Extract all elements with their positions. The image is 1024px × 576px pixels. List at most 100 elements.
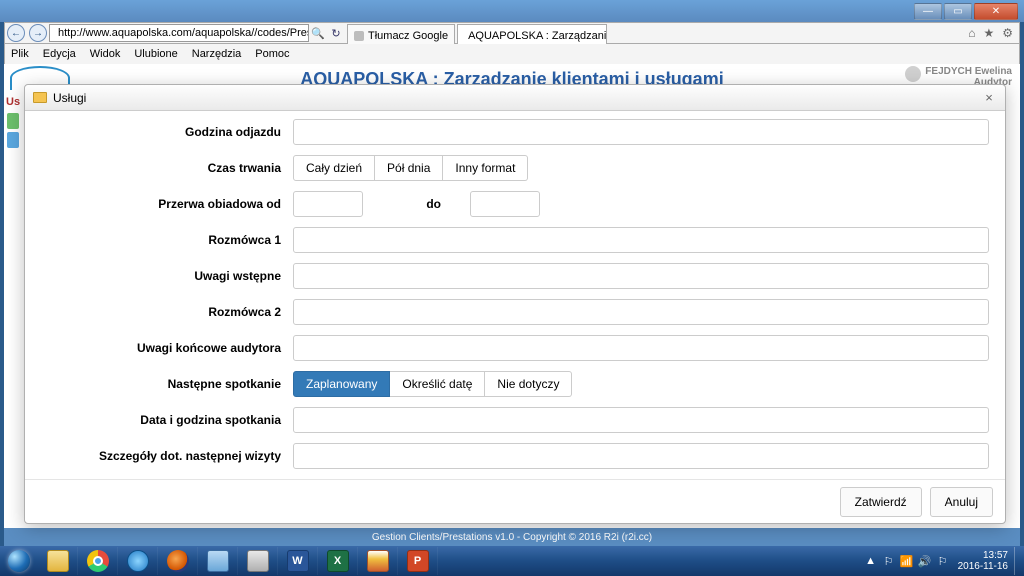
address-text: http://www.aquapolska.com/aquapolska//co… <box>58 27 309 39</box>
tab-label: Tłumacz Google <box>368 30 448 42</box>
menu-narzedzia[interactable]: Narzędzia <box>192 48 242 60</box>
input-przerwa-od[interactable] <box>293 191 363 217</box>
confirm-button[interactable]: Zatwierdź <box>840 487 922 517</box>
paint-icon <box>367 550 389 572</box>
browser-menu-bar: Plik Edycja Widok Ulubione Narzędzia Pom… <box>4 44 1020 64</box>
address-bar[interactable]: http://www.aquapolska.com/aquapolska//co… <box>49 24 309 42</box>
firefox-icon <box>167 550 189 572</box>
taskbar-snip[interactable] <box>238 547 278 575</box>
nav-back-button[interactable]: ← <box>7 24 25 42</box>
input-data-spotkania[interactable] <box>293 407 989 433</box>
tray-lang-icon[interactable]: ⚐ <box>936 555 950 568</box>
input-uwagi-koncowe[interactable] <box>293 335 989 361</box>
label-rozmowca-1: Rozmówca 1 <box>33 233 293 247</box>
services-modal: Usługi × Godzina odjazdu Czas trwania Ca… <box>24 84 1006 524</box>
seg-inny-format[interactable]: Inny format <box>443 155 528 181</box>
taskbar-explorer[interactable] <box>38 547 78 575</box>
search-icon[interactable]: 🔍 <box>309 27 327 40</box>
seg-okreslic-date[interactable]: Określić datę <box>390 371 485 397</box>
tray-show-hidden-icon[interactable]: ▲ <box>864 555 878 567</box>
menu-plik[interactable]: Plik <box>11 48 29 60</box>
taskbar-apps <box>38 546 438 576</box>
tray-network-icon[interactable]: 📶 <box>900 555 914 568</box>
app-footer: Gestion Clients/Prestations v1.0 - Copyr… <box>4 528 1020 546</box>
input-rozmowca-1[interactable] <box>293 227 989 253</box>
browser-chrome: ← → http://www.aquapolska.com/aquapolska… <box>4 22 1020 44</box>
input-uwagi-wstepne[interactable] <box>293 263 989 289</box>
tab-label: AQUAPOLSKA : Zarządzanie... <box>468 30 607 42</box>
os-maximize-button[interactable]: ▭ <box>944 3 972 20</box>
seg-caly-dzien[interactable]: Cały dzień <box>293 155 375 181</box>
os-taskbar: ▲ ⚐ 📶 🔊 ⚐ 13:57 2016-11-16 <box>0 546 1024 576</box>
folder-icon <box>33 92 47 103</box>
input-godzina-odjazdu[interactable] <box>293 119 989 145</box>
system-tray: ▲ ⚐ 📶 🔊 ⚐ 13:57 2016-11-16 <box>862 547 1024 575</box>
home-icon[interactable]: ⌂ <box>968 26 975 40</box>
calc-icon <box>207 550 229 572</box>
tab-strip: Tłumacz Google AQUAPOLSKA : Zarządzanie.… <box>345 22 607 44</box>
tray-action-center-icon[interactable]: ⚐ <box>882 555 896 568</box>
modal-footer: Zatwierdź Anuluj <box>25 479 1005 523</box>
os-minimize-button[interactable]: — <box>914 3 942 20</box>
modal-title: Usługi <box>53 91 86 105</box>
os-close-button[interactable]: ✕ <box>974 3 1018 20</box>
taskbar-word[interactable] <box>278 547 318 575</box>
label-rozmowca-2: Rozmówca 2 <box>33 305 293 319</box>
user-name: FEJDYCH Ewelina <box>925 66 1012 77</box>
gear-icon[interactable]: ⚙ <box>1002 26 1013 40</box>
windows-orb-icon <box>8 550 30 572</box>
modal-close-button[interactable]: × <box>981 90 997 106</box>
label-godzina-odjazdu: Godzina odjazdu <box>33 125 293 139</box>
seg-zaplanowany[interactable]: Zaplanowany <box>293 371 390 397</box>
menu-pomoc[interactable]: Pomoc <box>255 48 289 60</box>
taskbar-excel[interactable] <box>318 547 358 575</box>
label-uwagi-wstepne: Uwagi wstępne <box>33 269 293 283</box>
tray-clock[interactable]: 13:57 2016-11-16 <box>958 550 1008 572</box>
taskbar-powerpoint[interactable] <box>398 547 438 575</box>
input-rozmowca-2[interactable] <box>293 299 989 325</box>
label-szczegoly-wizyty: Szczegóły dot. następnej wizyty <box>33 449 293 463</box>
ie-icon <box>127 550 149 572</box>
group-czas-trwania: Cały dzień Pół dnia Inny format <box>293 155 528 181</box>
left-rail-item-add[interactable] <box>7 113 19 129</box>
start-button[interactable] <box>0 547 38 575</box>
nav-forward-button[interactable]: → <box>29 24 47 42</box>
tray-date: 2016-11-16 <box>958 561 1008 572</box>
avatar-icon <box>905 66 921 82</box>
label-data-spotkania: Data i godzina spotkania <box>33 413 293 427</box>
favicon-icon <box>354 31 364 41</box>
taskbar-ie[interactable] <box>118 547 158 575</box>
label-nastepne-spotkanie: Następne spotkanie <box>33 377 293 391</box>
taskbar-chrome[interactable] <box>78 547 118 575</box>
left-rail-item[interactable] <box>7 132 19 148</box>
menu-edycja[interactable]: Edycja <box>43 48 76 60</box>
powerpoint-icon <box>407 550 429 572</box>
taskbar-paint[interactable] <box>358 547 398 575</box>
os-window-titlebar: — ▭ ✕ <box>0 0 1024 22</box>
menu-ulubione[interactable]: Ulubione <box>134 48 177 60</box>
seg-pol-dnia[interactable]: Pół dnia <box>375 155 443 181</box>
footer-text: Gestion Clients/Prestations v1.0 - Copyr… <box>372 532 652 543</box>
taskbar-calc[interactable] <box>198 547 238 575</box>
show-desktop-button[interactable] <box>1014 547 1022 575</box>
cancel-button[interactable]: Anuluj <box>930 487 993 517</box>
left-rail-label: Us <box>4 94 22 110</box>
modal-body[interactable]: Godzina odjazdu Czas trwania Cały dzień … <box>25 111 1005 479</box>
input-przerwa-do[interactable] <box>470 191 540 217</box>
menu-widok[interactable]: Widok <box>90 48 121 60</box>
taskbar-firefox[interactable] <box>158 547 198 575</box>
tray-volume-icon[interactable]: 🔊 <box>918 555 932 568</box>
seg-nie-dotyczy[interactable]: Nie dotyczy <box>485 371 572 397</box>
snip-icon <box>247 550 269 572</box>
favorites-icon[interactable]: ★ <box>983 26 994 40</box>
tray-time: 13:57 <box>958 550 1008 561</box>
browser-toolbar-right: ⌂ ★ ⚙ <box>968 26 1019 40</box>
tab-translate[interactable]: Tłumacz Google <box>347 24 455 44</box>
tab-aquapolska[interactable]: AQUAPOLSKA : Zarządzanie... × <box>457 24 607 44</box>
label-przerwa-do: do <box>426 197 441 211</box>
refresh-icon[interactable]: ↻ <box>327 27 345 40</box>
label-czas-trwania: Czas trwania <box>33 161 293 175</box>
label-przerwa-od: Przerwa obiadowa od <box>33 197 293 211</box>
chrome-icon <box>87 550 109 572</box>
input-szczegoly-wizyty[interactable] <box>293 443 989 469</box>
